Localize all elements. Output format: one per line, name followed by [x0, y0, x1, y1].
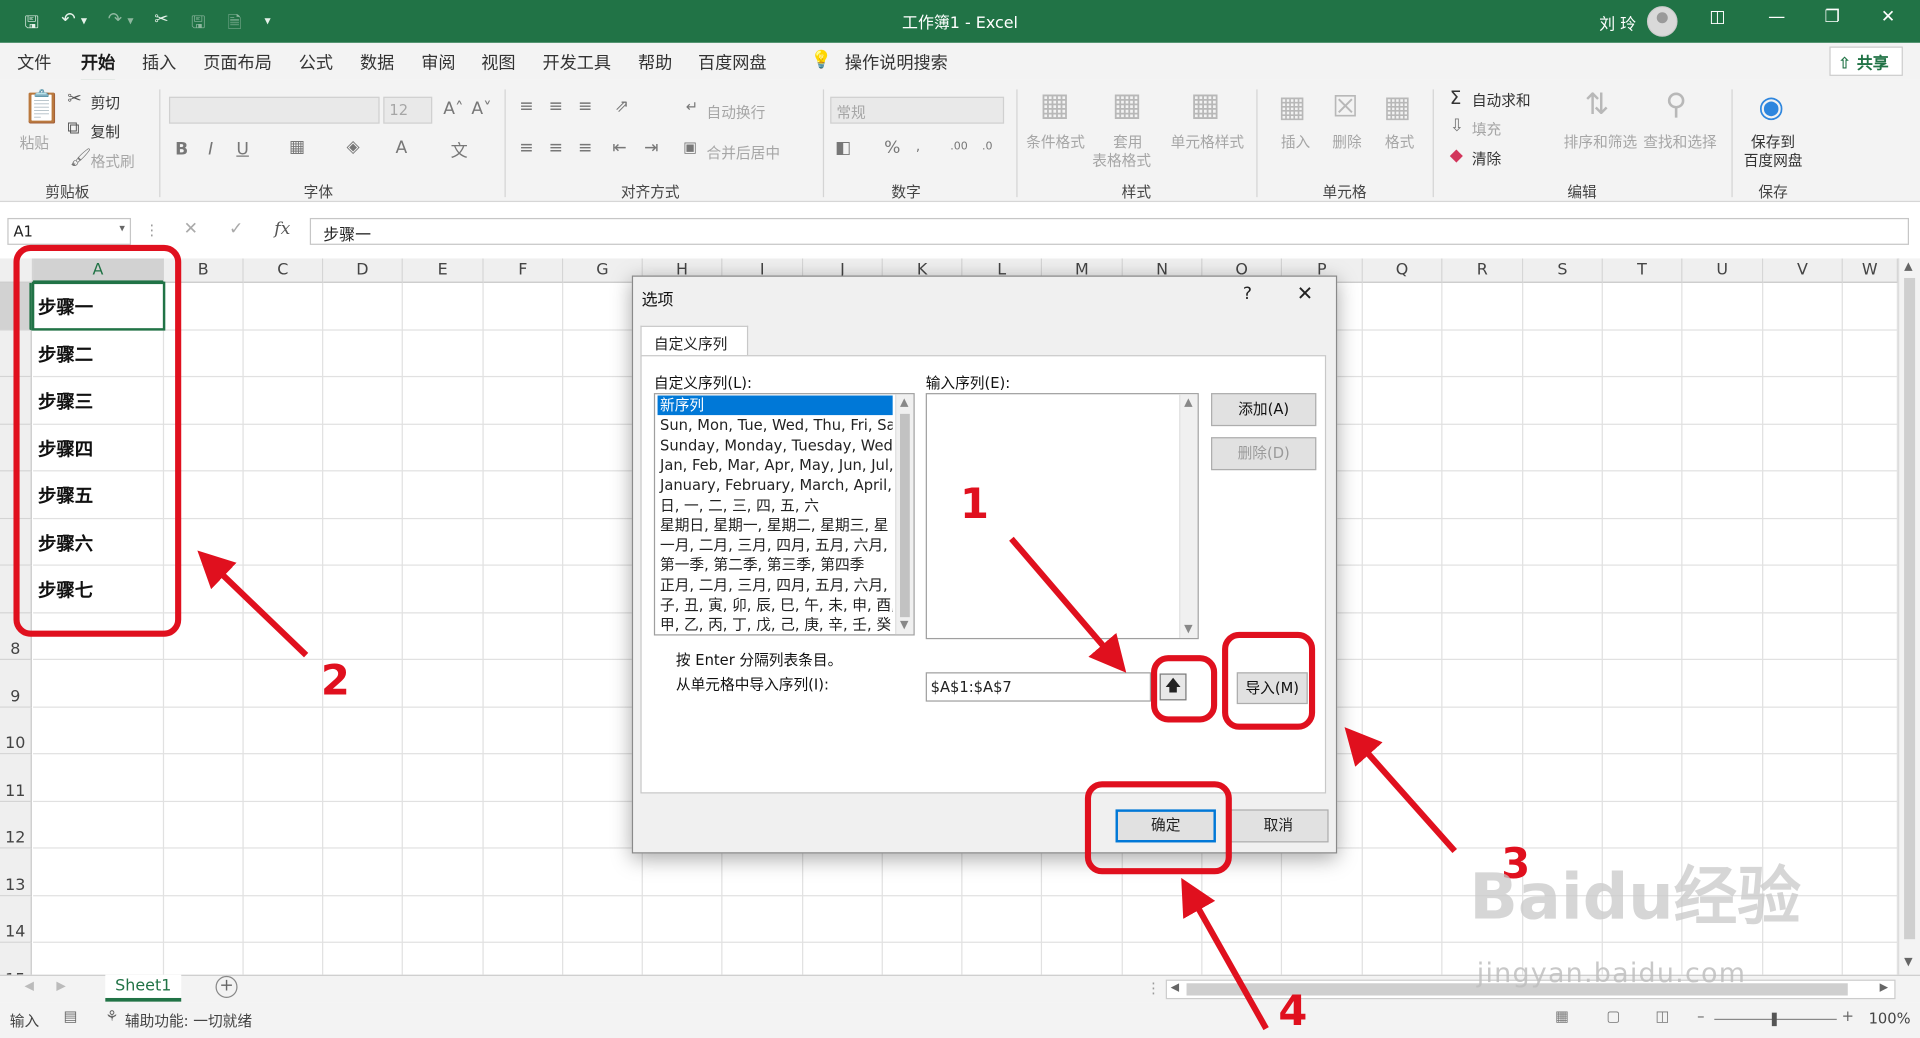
- arrow-3: [1344, 727, 1457, 854]
- baidu-watermark-url: jingyan.baidu.com: [1476, 958, 1747, 990]
- annotation-label-2: 2: [320, 656, 350, 706]
- arrow-1: [1009, 536, 1127, 673]
- annotation-label-4: 4: [1278, 986, 1308, 1036]
- annotation-label-1: 1: [960, 480, 989, 529]
- arrow-2: [197, 550, 309, 658]
- excel-window: 🖫 ↶ ▾ ↷ ▾ ✂ 🖫 🗎 ▾ 工作簿1 - Excel 刘 玲 ◫ — ❐…: [0, 0, 1920, 1038]
- arrow-4: [1181, 877, 1269, 1031]
